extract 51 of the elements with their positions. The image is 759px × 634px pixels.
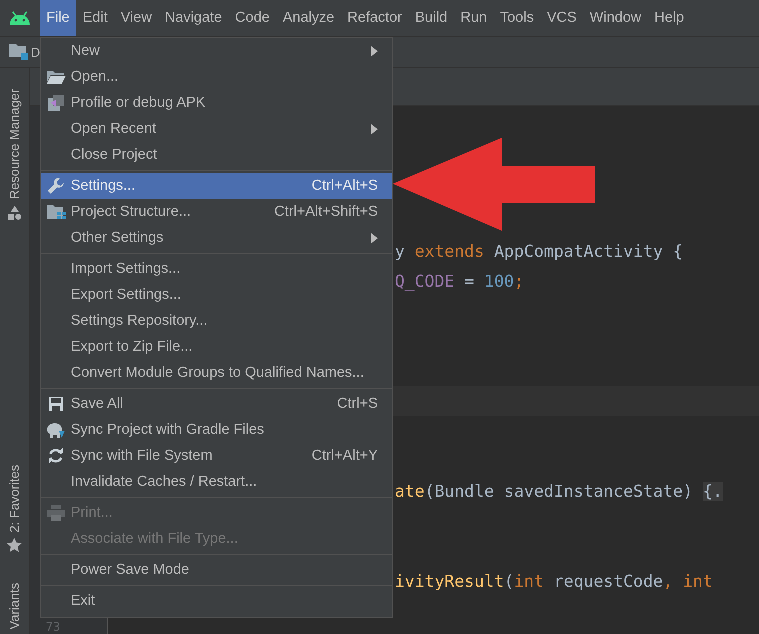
tool-window-button[interactable]: Resource Manager [7,89,22,200]
menu-item[interactable]: Refactor [341,0,409,36]
menu-item[interactable]: Export to Zip File... [41,334,392,360]
printer-icon [47,505,65,521]
menu-item[interactable]: Project Structure... Ctrl+Alt+Shift+S [41,199,392,225]
menu-item[interactable]: Close Project [41,142,392,168]
menu-item[interactable]: Import Settings... [41,256,392,282]
code-line: ate(Bundle savedInstanceState) {. [395,482,723,500]
elephant-sync-icon [46,421,66,439]
folder-icon [9,44,29,60]
folder-grid-icon [46,204,66,220]
code-line: y extends AppCompatActivity { [395,242,684,260]
tool-window-button[interactable]: 2: Favorites [7,464,22,532]
tool-window-button[interactable]: Variants [7,583,22,630]
breadcrumb[interactable]: D [31,44,40,60]
menu-item[interactable]: Profile or debug APK [41,90,392,116]
menu-item[interactable]: Edit [76,0,114,36]
menu-item[interactable]: Navigate [158,0,229,36]
menu-item[interactable]: Build [408,0,454,36]
menu-item[interactable]: Open... [41,64,392,90]
android-logo-icon [9,11,31,25]
menu-item[interactable]: File [40,0,76,36]
wrench-icon [47,177,65,195]
menu-item[interactable]: Other Settings [41,225,392,251]
menu-item[interactable]: Open Recent [41,116,392,142]
star-icon [7,538,22,554]
menu-item[interactable]: Run [454,0,494,36]
menu-item[interactable]: Help [648,0,691,36]
shapes-icon [8,206,22,220]
menu-item[interactable]: Tools [494,0,541,36]
menu-item[interactable]: Settings Repository... [41,308,392,334]
menu-item[interactable]: Code [228,0,276,36]
sync-icon [48,448,64,464]
menu-item[interactable]: VCS [540,0,584,36]
folder-icon [46,69,66,85]
menu-item[interactable]: Sync with File System Ctrl+Alt+Y [41,443,392,469]
menu-item[interactable]: View [114,0,159,36]
code-line: Q_CODE = 100; [395,272,524,290]
menu-item[interactable]: Save All Ctrl+S [41,391,392,417]
menu-item[interactable]: Power Save Mode [41,557,392,583]
code-line: ivityResult(int requestCode, int [395,572,713,590]
menu-item[interactable]: Export Settings... [41,282,392,308]
profile-apk-icon [47,94,65,112]
menu-item[interactable]: Analyze [276,0,342,36]
menu-item[interactable]: New [41,38,392,64]
menu-item[interactable]: Settings... Ctrl+Alt+S [41,173,392,199]
menu-item[interactable]: Sync Project with Gradle Files [41,417,392,443]
menu-item[interactable]: Invalidate Caches / Restart... [41,469,392,495]
menu-item[interactable]: Window [583,0,648,36]
menu-item[interactable]: Convert Module Groups to Qualified Names... [41,360,392,386]
menu-item[interactable]: Exit [41,588,392,614]
